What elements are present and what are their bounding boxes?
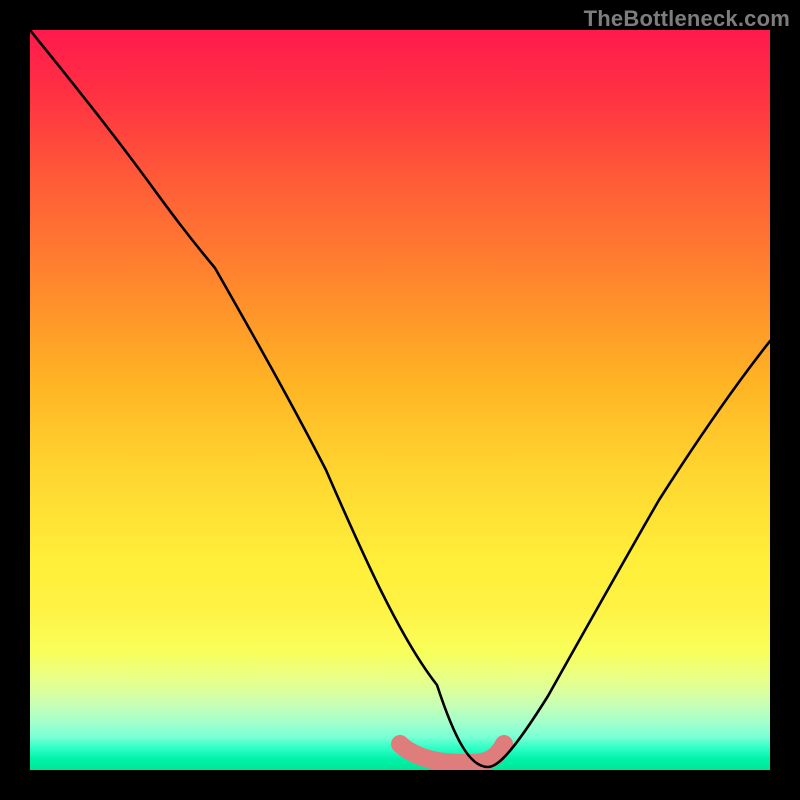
chart-frame: TheBottleneck.com <box>0 0 800 800</box>
valley-highlight-path <box>400 744 504 763</box>
watermark-text: TheBottleneck.com <box>584 6 790 32</box>
bottleneck-curve-path <box>30 30 770 767</box>
plot-area <box>30 30 770 770</box>
curve-layer <box>30 30 770 770</box>
